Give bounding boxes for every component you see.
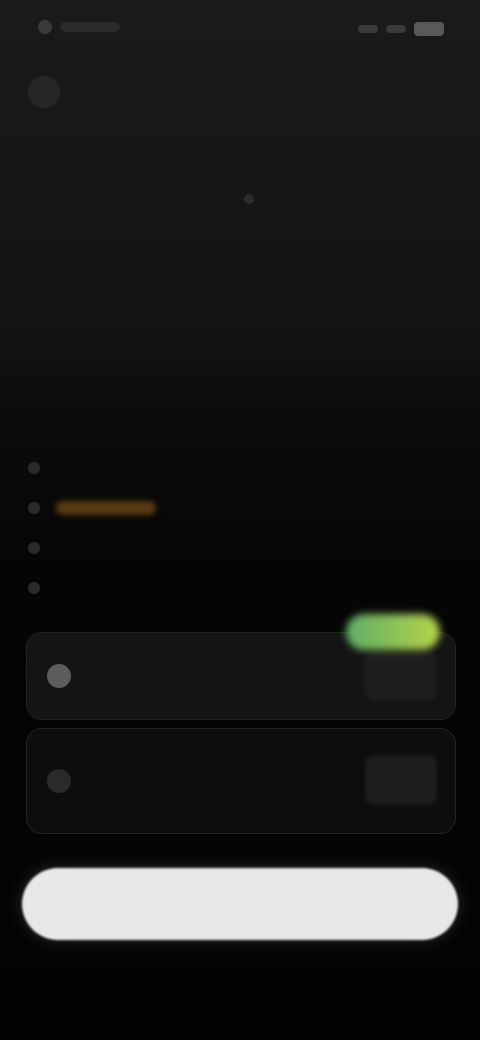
- battery-icon: [414, 22, 444, 36]
- feature-item: [28, 528, 328, 568]
- radio-icon[interactable]: [47, 664, 71, 688]
- back-arrow-icon[interactable]: [28, 76, 60, 108]
- check-icon: [28, 502, 40, 514]
- check-icon: [28, 462, 40, 474]
- check-icon: [28, 582, 40, 594]
- status-bar: [0, 0, 480, 60]
- radio-icon[interactable]: [47, 769, 71, 793]
- status-time: [60, 22, 120, 32]
- feature-item: [28, 568, 328, 608]
- feature-list: [28, 448, 328, 608]
- plan-price: [365, 755, 437, 805]
- continue-button[interactable]: [22, 868, 458, 940]
- panel-title: [28, 398, 248, 420]
- feature-item: [28, 488, 328, 528]
- notification-dot-icon: [38, 20, 52, 34]
- signal-icon: [358, 25, 378, 33]
- plan-price: [365, 651, 437, 701]
- paywall-screen: [0, 0, 480, 1040]
- discount-badge: [346, 614, 440, 650]
- wifi-icon: [386, 25, 406, 33]
- hero-graphic: [244, 194, 254, 204]
- check-icon: [28, 542, 40, 554]
- status-left: [38, 20, 120, 34]
- status-right: [358, 22, 444, 36]
- feature-item: [28, 448, 328, 488]
- feature-highlight: [56, 501, 156, 515]
- plan-option-annual[interactable]: [26, 728, 456, 834]
